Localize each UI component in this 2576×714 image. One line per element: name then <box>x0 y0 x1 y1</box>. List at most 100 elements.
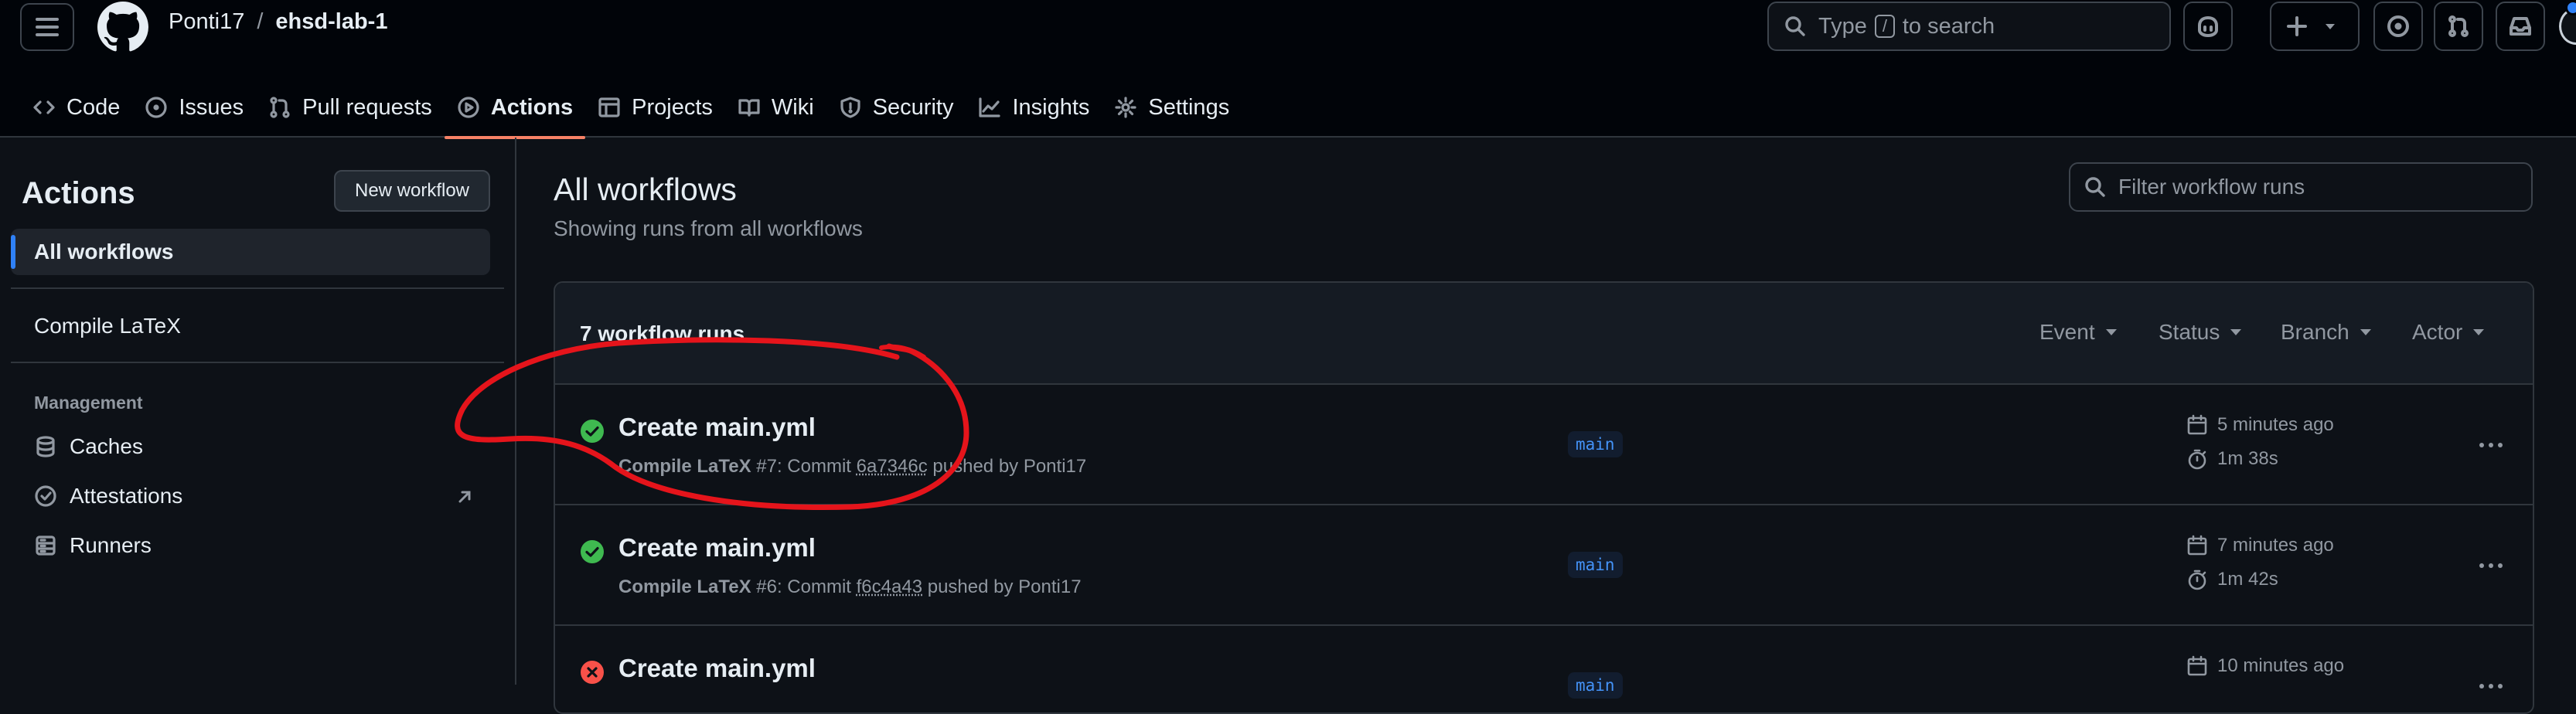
run-title-link[interactable]: Create main.yml <box>618 654 816 683</box>
triangle-down-icon <box>2360 329 2371 335</box>
divider <box>11 287 504 289</box>
workflow-run-row[interactable]: Create main.yml main 10 minutes ago <box>555 624 2533 712</box>
github-logo-icon[interactable] <box>97 2 148 53</box>
tab-wiki[interactable]: Wiki <box>725 77 826 138</box>
server-icon <box>36 536 56 556</box>
run-title-link[interactable]: Create main.yml <box>618 533 816 563</box>
dropdown-label: Status <box>2159 320 2220 344</box>
tab-label: Insights <box>1012 94 1090 120</box>
sidebar-item-attestations[interactable]: Attestations <box>34 484 482 508</box>
dropdown-label: Event <box>2039 320 2095 344</box>
run-date: 5 minutes ago <box>2186 414 2334 436</box>
actions-sidebar: Actions New workflow All workflows Compi… <box>0 138 516 685</box>
arrow-up-right-icon <box>458 491 471 503</box>
management-heading: Management <box>34 393 143 413</box>
book-icon <box>738 99 760 117</box>
filter-runs-input[interactable]: Filter workflow runs <box>2069 162 2533 212</box>
git-pull-request-icon <box>2448 15 2469 37</box>
breadcrumb: Ponti17 / ehsd-lab-1 <box>169 9 387 35</box>
sidebar-item-compile-latex[interactable]: Compile LaTeX <box>34 314 482 338</box>
search-prefix-text: Type <box>1818 13 1867 39</box>
inbox-icon <box>2510 17 2531 36</box>
tab-security[interactable]: Security <box>826 77 966 138</box>
graph-icon <box>979 97 1001 117</box>
copilot-icon <box>2198 16 2218 37</box>
run-options-kebab-icon[interactable] <box>2472 671 2510 702</box>
sidebar-item-label: Attestations <box>70 484 183 508</box>
x-circle-fill-icon <box>581 661 604 684</box>
runs-list-header: 7 workflow runs Event Status Branch Acto… <box>555 283 2533 385</box>
issue-icon <box>145 97 167 118</box>
sidebar-item-caches[interactable]: Caches <box>34 434 482 459</box>
run-title-link[interactable]: Create main.yml <box>618 413 816 442</box>
notification-indicator <box>2565 0 2576 15</box>
run-options-kebab-icon[interactable] <box>2472 550 2510 581</box>
run-options-kebab-icon[interactable] <box>2472 430 2510 461</box>
new-workflow-button[interactable]: New workflow <box>334 170 490 212</box>
tab-label: Actions <box>490 94 574 120</box>
plus-icon <box>2287 16 2307 36</box>
tab-pull-requests[interactable]: Pull requests <box>256 77 445 138</box>
check-circle-fill-icon <box>581 420 604 443</box>
triangle-down-icon <box>2326 24 2335 29</box>
triangle-down-icon <box>2105 329 2117 335</box>
workflow-runs-list: 7 workflow runs Event Status Branch Acto… <box>554 281 2534 714</box>
dropdown-label: Branch <box>2281 320 2349 344</box>
run-pushed-by: pushed by Ponti17 <box>932 456 1087 477</box>
workflow-run-row[interactable]: Create main.yml Compile LaTeX #7: Commit… <box>555 383 2533 505</box>
commit-sha-link[interactable]: f6c4a43 <box>857 576 922 597</box>
run-pushed-by: pushed by Ponti17 <box>927 576 1082 597</box>
run-number: #7: Commit <box>756 456 851 477</box>
run-duration: 1m 42s <box>2186 569 2278 590</box>
branch-label[interactable]: main <box>1568 672 1623 699</box>
run-number: #6: Commit <box>756 576 851 597</box>
divider <box>11 362 504 363</box>
repo-name-link[interactable]: ehsd-lab-1 <box>275 9 387 35</box>
actor-filter-dropdown[interactable]: Actor <box>2412 320 2485 345</box>
repo-header: Ponti17 / ehsd-lab-1 Type / to search Co… <box>0 0 2576 139</box>
repo-tabs: Code Issues Pull requests Actions Projec… <box>20 77 1242 139</box>
tab-insights[interactable]: Insights <box>966 77 1102 138</box>
create-new-button[interactable] <box>2270 2 2360 51</box>
tab-projects[interactable]: Projects <box>585 77 725 138</box>
issues-button[interactable] <box>2373 2 2423 51</box>
calendar-icon <box>2187 414 2207 435</box>
tab-code[interactable]: Code <box>20 77 132 138</box>
tab-actions[interactable]: Actions <box>444 77 586 139</box>
search-suffix-text: to search <box>1902 13 1995 39</box>
repo-owner-link[interactable]: Ponti17 <box>169 9 244 35</box>
page-subtitle: Showing runs from all workflows <box>554 216 863 240</box>
hamburger-icon <box>36 18 59 36</box>
active-indicator <box>11 235 15 269</box>
run-date: 10 minutes ago <box>2186 655 2344 677</box>
sidebar-item-all-workflows[interactable]: All workflows <box>11 229 490 275</box>
sidebar-title: Actions <box>22 176 135 210</box>
tab-label: Pull requests <box>302 94 432 120</box>
database-icon <box>36 436 55 457</box>
sidebar-item-label: Compile LaTeX <box>34 314 181 338</box>
tab-settings[interactable]: Settings <box>1102 77 1242 138</box>
search-input[interactable]: Type / to search <box>1767 2 2171 51</box>
copilot-button[interactable] <box>2183 2 2233 51</box>
run-meta: Compile LaTeX #7: Commit 6a7346c pushed … <box>618 456 1086 478</box>
commit-sha-link[interactable]: 6a7346c <box>857 456 928 477</box>
run-duration: 1m 38s <box>2186 448 2278 470</box>
run-date: 7 minutes ago <box>2186 535 2334 556</box>
search-icon <box>1785 16 1805 36</box>
check-circle-fill-icon <box>581 540 604 563</box>
event-filter-dropdown[interactable]: Event <box>2039 320 2117 345</box>
branch-label[interactable]: main <box>1568 552 1623 578</box>
branch-label[interactable]: main <box>1568 431 1623 457</box>
branch-filter-dropdown[interactable]: Branch <box>2281 320 2371 345</box>
sidebar-item-runners[interactable]: Runners <box>34 533 482 558</box>
notifications-button[interactable] <box>2496 2 2545 51</box>
pull-requests-button[interactable] <box>2434 2 2483 51</box>
tab-label: Projects <box>632 94 713 120</box>
issue-opened-icon <box>2387 15 2409 37</box>
search-shortcut-key: / <box>1874 15 1895 38</box>
run-time: 10 minutes ago <box>2217 655 2345 676</box>
workflow-run-row[interactable]: Create main.yml Compile LaTeX #6: Commit… <box>555 504 2533 626</box>
tab-issues[interactable]: Issues <box>132 77 256 138</box>
status-filter-dropdown[interactable]: Status <box>2159 320 2242 345</box>
menu-button[interactable] <box>20 3 74 51</box>
